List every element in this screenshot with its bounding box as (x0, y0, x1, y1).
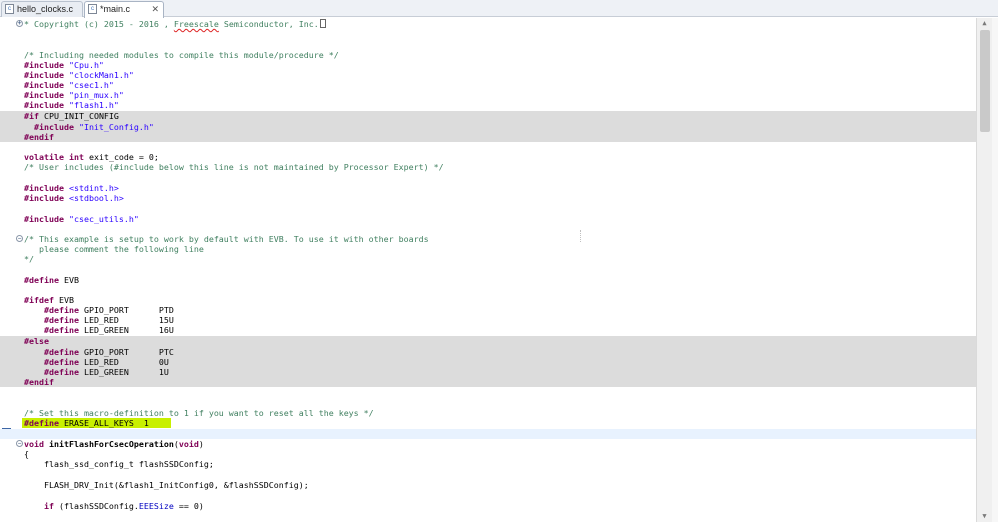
c-file-icon: c (5, 4, 14, 14)
selected-text: #define ERASE_ALL_KEYS 1 (22, 418, 171, 428)
code-line: #include "flash1.h" (24, 100, 119, 110)
inactive-code-line: #define GPIO_PORT PTC (0, 347, 976, 357)
inactive-code-line: #define LED_RED 0U (0, 357, 976, 367)
code-line: #ifdef EVB (24, 295, 74, 305)
code-line: FLASH_DRV_Init(&flash1_InitConfig0, &fla… (24, 480, 309, 490)
code-editor[interactable]: + * Copyright (c) 2015 - 2016 , Freescal… (0, 18, 976, 522)
code-line: #include <stdbool.h> (24, 193, 124, 203)
code-line: #include "clockMan1.h" (24, 70, 134, 80)
scrollbar-thumb[interactable] (980, 30, 990, 132)
code-line: /* Including needed modules to compile t… (24, 50, 339, 60)
tab-label: hello_clocks.c (17, 4, 74, 14)
collapse-fold-icon[interactable]: − (16, 235, 23, 242)
code-line: #define LED_GREEN 16U (24, 325, 174, 335)
inactive-code-line: #endif (0, 377, 976, 387)
scroll-down-icon[interactable]: ▼ (980, 512, 989, 521)
inactive-code-line: #else (0, 336, 976, 347)
expand-fold-icon[interactable]: + (16, 20, 23, 27)
scroll-up-icon[interactable]: ▲ (980, 19, 989, 28)
code-line: #include "pin_mux.h" (24, 90, 124, 100)
code-line: − void initFlashForCsecOperation(void) (16, 439, 204, 449)
code-line: */ (24, 254, 34, 264)
code-line: #define LED_RED 15U (24, 315, 174, 325)
inactive-code-line: #endif (0, 132, 976, 142)
vertical-scrollbar[interactable]: ▲ ▼ (976, 18, 992, 522)
inactive-code-line: #define LED_GREEN 1U (0, 367, 976, 377)
tab-label: *main.c (100, 4, 131, 14)
code-line: please comment the following line (24, 244, 204, 254)
current-line (0, 429, 976, 439)
tab-hello-clocks[interactable]: c hello_clocks.c (1, 1, 83, 17)
editor-tab-bar: c hello_clocks.c c *main.c ✕ (0, 0, 998, 18)
close-icon[interactable]: ✕ (151, 2, 159, 16)
code-line: #define EVB (24, 275, 79, 285)
code-line: flash_ssd_config_t flashSSDConfig; (24, 459, 214, 469)
code-line: #include "Cpu.h" (24, 60, 104, 70)
collapsed-block-icon[interactable] (319, 19, 326, 28)
code-line: /* Set this macro-definition to 1 if you… (24, 408, 374, 418)
code-line: #define GPIO_PORT PTD (24, 305, 174, 315)
code-line: volatile int exit_code = 0; (24, 152, 159, 162)
c-file-icon: c (88, 4, 97, 14)
overview-ruler[interactable] (992, 18, 998, 522)
tab-main-c[interactable]: c *main.c ✕ (84, 1, 164, 18)
code-line: #define ERASE_ALL_KEYS 1 (0, 418, 976, 438)
code-line: if (flashSSDConfig.EEESize == 0) (43, 501, 204, 511)
code-line: + * Copyright (c) 2015 - 2016 , Freescal… (0, 19, 976, 29)
code-line: #include "csec_utils.h" (24, 214, 139, 224)
inactive-code-line: #include "Init_Config.h" (0, 122, 976, 132)
collapse-fold-icon[interactable]: − (16, 440, 23, 447)
code-line: /* User includes (#include below this li… (24, 162, 444, 172)
inactive-code-line: #if CPU_INIT_CONFIG (0, 111, 976, 122)
code-line: − /* This example is setup to work by de… (16, 234, 429, 244)
code-line: #include <stdint.h> (24, 183, 119, 193)
code-line: { (24, 449, 29, 459)
code-line: #include "csec1.h" (24, 80, 114, 90)
